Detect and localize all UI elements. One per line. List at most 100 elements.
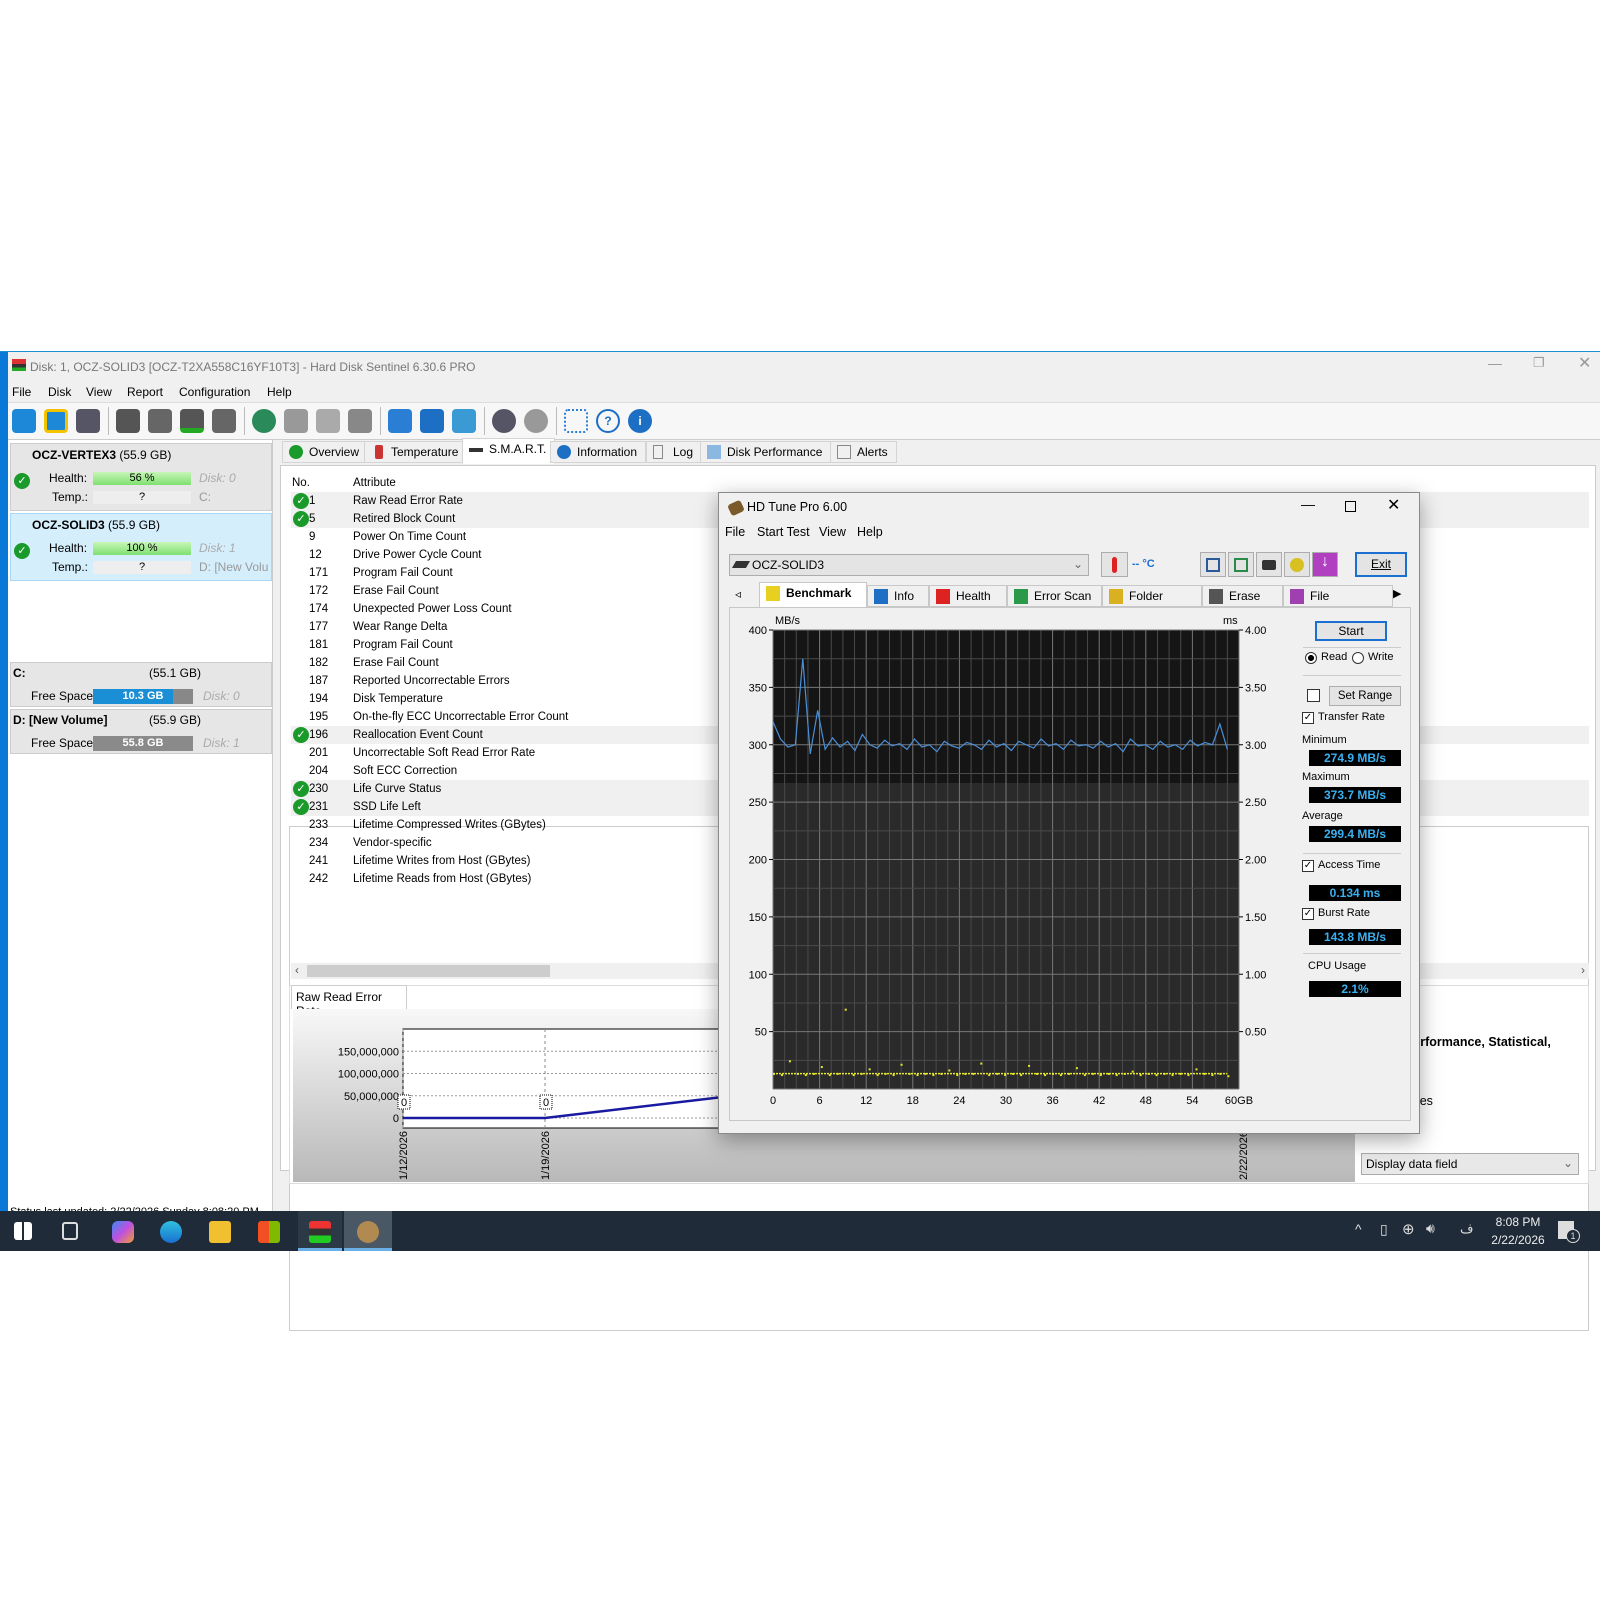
- menu-file[interactable]: File: [725, 525, 745, 539]
- tab-file-benchmark[interactable]: File Benchm...: [1283, 585, 1393, 624]
- tab-disk-performance[interactable]: Disk Performance: [700, 441, 832, 463]
- info-icon[interactable]: i: [628, 409, 652, 433]
- menu-configuration[interactable]: Configuration: [179, 385, 250, 399]
- time: 8:08 PM: [1495, 1215, 1541, 1229]
- burst-rate-checkbox[interactable]: ✓: [1302, 908, 1314, 920]
- language-indicator[interactable]: ف: [1460, 1221, 1473, 1237]
- external-disk-icon[interactable]: [348, 409, 372, 433]
- store-icon[interactable]: [258, 1221, 280, 1243]
- access-time-point: [1187, 1074, 1190, 1077]
- copy-image-button[interactable]: [1228, 552, 1254, 577]
- scrollbar-thumb[interactable]: [307, 965, 550, 977]
- gear-icon[interactable]: [492, 409, 516, 433]
- taskbar-hds[interactable]: [298, 1211, 342, 1251]
- volume-card[interactable]: C: (55.1 GB) Free Space 10.3 GB Disk: 0: [10, 662, 272, 707]
- copilot-icon[interactable]: [112, 1221, 134, 1243]
- show-hidden-icons[interactable]: ^: [1355, 1221, 1362, 1237]
- health-bar: 56 %: [93, 472, 191, 485]
- menu-help[interactable]: Help: [267, 385, 292, 399]
- eject-icon[interactable]: [284, 409, 308, 433]
- tabs-scroll-right-icon[interactable]: ▶: [1393, 587, 1401, 600]
- taskbar-hdtune[interactable]: [344, 1211, 392, 1251]
- close-button[interactable]: ✕: [1578, 353, 1591, 373]
- tab-erase[interactable]: Erase: [1202, 585, 1283, 607]
- scroll-right-icon[interactable]: ›: [1581, 963, 1585, 977]
- save-button[interactable]: ↓: [1312, 552, 1338, 577]
- refresh-icon[interactable]: [12, 409, 36, 433]
- display-data-field-select[interactable]: Display data field ⌄: [1361, 1153, 1579, 1175]
- help-icon[interactable]: ?: [596, 409, 620, 433]
- tab-health[interactable]: Health: [929, 585, 1007, 607]
- options-button[interactable]: [1284, 552, 1310, 577]
- set-range-button[interactable]: Set Range: [1329, 686, 1401, 706]
- copy-text-button[interactable]: [1200, 552, 1226, 577]
- sound-icon[interactable]: [524, 409, 548, 433]
- network-icon[interactable]: [452, 409, 476, 433]
- menu-view[interactable]: View: [86, 385, 112, 399]
- read-radio[interactable]: [1305, 652, 1317, 664]
- drive-select[interactable]: OCZ-SOLID3 ⌄: [729, 554, 1089, 576]
- tabs-scroll-left-icon[interactable]: ◃: [735, 587, 741, 601]
- minimize-button[interactable]: —: [1301, 496, 1315, 512]
- volume-icon[interactable]: 🔊︎: [1426, 1220, 1435, 1237]
- range-checkbox[interactable]: [1307, 689, 1320, 702]
- tab-raw-read-error-rate[interactable]: Raw Read Error Rate: [291, 985, 407, 1018]
- temperature-button[interactable]: [1101, 552, 1128, 577]
- network-disk-icon[interactable]: [316, 409, 340, 433]
- tab-smart[interactable]: S.M.A.R.T.: [462, 438, 556, 464]
- transfer-rate-checkbox[interactable]: ✓: [1302, 712, 1314, 724]
- maximize-button[interactable]: [1345, 501, 1356, 512]
- toolbar: [8, 402, 1600, 440]
- tab-overview[interactable]: Overview: [282, 441, 369, 463]
- write-radio[interactable]: [1352, 652, 1364, 664]
- disk-search-icon[interactable]: [212, 409, 236, 433]
- access-time-checkbox[interactable]: ✓: [1302, 860, 1314, 872]
- edge-icon[interactable]: [160, 1221, 182, 1243]
- refresh-warning-icon[interactable]: [44, 409, 68, 433]
- task-view-icon[interactable]: [62, 1222, 78, 1240]
- email-icon[interactable]: [420, 409, 444, 433]
- notification-icon[interactable]: 1: [1558, 1221, 1580, 1243]
- meet-icon[interactable]: ▯: [1380, 1221, 1388, 1238]
- menu-help[interactable]: Help: [857, 525, 883, 539]
- tab-error-scan[interactable]: Error Scan: [1007, 585, 1102, 607]
- tab-temperature[interactable]: Temperature: [364, 441, 468, 463]
- tab-information[interactable]: Information: [550, 441, 647, 463]
- menu-file[interactable]: File: [12, 385, 31, 399]
- disk-list-icon[interactable]: [76, 409, 100, 433]
- screenshot-icon[interactable]: [564, 409, 588, 433]
- access-time-point: [932, 1074, 935, 1077]
- start-icon[interactable]: [14, 1222, 32, 1240]
- globe-icon[interactable]: [252, 409, 276, 433]
- start-button[interactable]: Start: [1315, 621, 1387, 641]
- tab-folder-usage[interactable]: Folder Usage: [1102, 585, 1202, 624]
- menu-report[interactable]: Report: [127, 385, 163, 399]
- disk-schedule-icon[interactable]: [148, 409, 172, 433]
- tab-log[interactable]: Log: [646, 441, 703, 463]
- menu-disk[interactable]: Disk: [48, 385, 71, 399]
- attribute-name: Wear Range Delta: [353, 621, 448, 633]
- disk-surface-icon[interactable]: [116, 409, 140, 433]
- volume-card[interactable]: D: [New Volume] (55.9 GB) Free Space 55.…: [10, 709, 272, 754]
- globe-icon[interactable]: ⊕: [1402, 1220, 1415, 1238]
- clock[interactable]: 8:08 PM 2/22/2026: [1488, 1215, 1548, 1247]
- scroll-left-icon[interactable]: ‹: [295, 963, 299, 977]
- report-icon[interactable]: [388, 409, 412, 433]
- menu-start-test[interactable]: Start Test: [757, 525, 810, 539]
- disk-card-selected[interactable]: OCZ-SOLID3 (55.9 GB) ✓ Health: 100 % Dis…: [10, 513, 272, 581]
- app-icon: [12, 359, 26, 371]
- restore-button[interactable]: ❐: [1533, 355, 1545, 371]
- screenshot-button[interactable]: [1256, 552, 1282, 577]
- y2-tick-label: 3.50: [1245, 682, 1266, 694]
- exit-button[interactable]: Exit: [1355, 552, 1407, 577]
- close-button[interactable]: ✕: [1387, 495, 1400, 515]
- tab-alerts[interactable]: Alerts: [830, 441, 897, 463]
- file-explorer-icon[interactable]: [209, 1221, 231, 1243]
- burst-rate-value: 143.8 MB/s: [1309, 929, 1401, 945]
- disk-check-icon[interactable]: [180, 409, 204, 433]
- tab-info[interactable]: Info: [867, 585, 929, 607]
- tab-benchmark[interactable]: Benchmark: [759, 582, 867, 608]
- menu-view[interactable]: View: [819, 525, 846, 539]
- minimize-button[interactable]: —: [1488, 355, 1502, 371]
- disk-card[interactable]: OCZ-VERTEX3 (55.9 GB) ✓ Health: 56 % Dis…: [10, 443, 272, 511]
